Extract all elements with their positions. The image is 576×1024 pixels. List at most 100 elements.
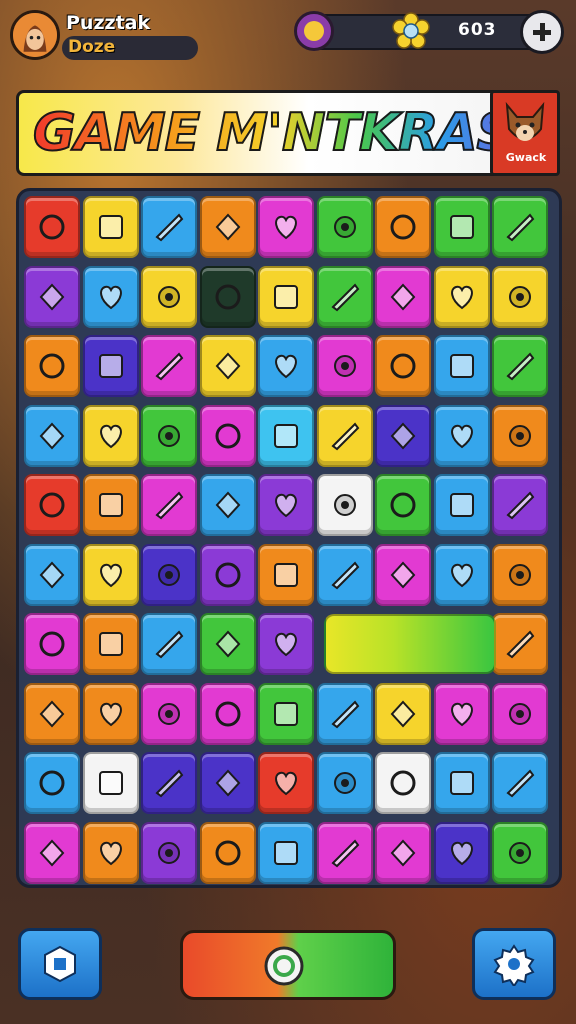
board-tile[interactable] (316, 265, 373, 328)
board-tile[interactable] (199, 335, 256, 397)
board-tile[interactable] (433, 682, 490, 745)
board-tile[interactable] (433, 265, 490, 328)
board-tile[interactable] (24, 265, 80, 328)
board-tile[interactable] (24, 196, 80, 258)
board-tile[interactable] (316, 474, 373, 536)
tile-icon (99, 285, 122, 309)
board-tile[interactable] (258, 821, 314, 884)
board-tile[interactable] (82, 543, 139, 606)
tile-icon (506, 630, 535, 659)
board-tile[interactable] (492, 682, 548, 745)
board-tile[interactable] (433, 196, 490, 258)
tile-icon (333, 772, 356, 794)
board-tile[interactable] (375, 474, 431, 536)
board-tile[interactable] (258, 543, 314, 606)
board-tile[interactable] (141, 265, 197, 328)
board-tile[interactable] (316, 335, 373, 397)
board-tile[interactable] (258, 752, 314, 814)
board-tile[interactable] (24, 821, 80, 884)
board-tile[interactable] (433, 335, 490, 397)
board-tile[interactable] (199, 474, 256, 536)
board-tile[interactable] (375, 682, 431, 745)
board-tile[interactable] (316, 682, 373, 745)
board-tile[interactable] (141, 821, 197, 884)
board-tile[interactable] (492, 821, 548, 884)
board-tile[interactable] (375, 821, 431, 884)
tile-icon (506, 769, 535, 798)
board-tile[interactable] (141, 682, 197, 745)
board-tile[interactable] (141, 543, 197, 606)
board-tile[interactable] (258, 682, 314, 745)
board-tile[interactable] (258, 335, 314, 397)
board-tile[interactable] (199, 196, 256, 258)
board-tile[interactable] (82, 752, 139, 814)
board-tile[interactable] (375, 196, 431, 258)
board-tile[interactable] (433, 474, 490, 536)
board-tile[interactable] (492, 335, 548, 397)
board-tile[interactable] (24, 404, 80, 467)
board-tile[interactable] (141, 196, 197, 258)
board-tile[interactable] (24, 752, 80, 814)
board-tile[interactable] (24, 613, 80, 675)
board-tile[interactable] (141, 335, 197, 397)
board-tile[interactable] (199, 404, 256, 467)
board-tile[interactable] (199, 682, 256, 745)
board-tile[interactable] (82, 265, 139, 328)
board-tile[interactable] (258, 265, 314, 328)
player-avatar[interactable] (10, 10, 60, 60)
board-tile[interactable] (199, 752, 256, 814)
tile-icon (215, 213, 240, 241)
board-tile[interactable] (24, 474, 80, 536)
board-tile[interactable] (258, 196, 314, 258)
board-tile[interactable] (375, 752, 431, 814)
board-tile[interactable] (492, 196, 548, 258)
board-tile[interactable] (82, 613, 139, 675)
board-tile[interactable] (24, 682, 80, 745)
badge[interactable]: Gwack (490, 90, 560, 176)
board-tile[interactable] (199, 613, 256, 675)
board-tile[interactable] (433, 821, 490, 884)
board-tile[interactable] (316, 821, 373, 884)
board-tile[interactable] (199, 265, 256, 328)
board-tile[interactable] (492, 265, 548, 328)
board-tile[interactable] (492, 752, 548, 814)
board-tile[interactable] (316, 196, 373, 258)
board-tile[interactable] (141, 404, 197, 467)
board-tile[interactable] (433, 404, 490, 467)
board-tile[interactable] (82, 335, 139, 397)
board-tile[interactable] (375, 265, 431, 328)
board-tile[interactable] (258, 404, 314, 467)
board-tile[interactable] (82, 474, 139, 536)
board-tile[interactable] (199, 821, 256, 884)
board-tile[interactable] (82, 682, 139, 745)
left-menu-button[interactable] (18, 928, 102, 1000)
board-tile[interactable] (433, 752, 490, 814)
add-coins-button[interactable] (520, 10, 564, 54)
board-tile[interactable] (258, 613, 314, 675)
board-tile[interactable] (492, 474, 548, 536)
board-tile[interactable] (82, 404, 139, 467)
player-level-label: Doze (68, 37, 116, 57)
board-tile[interactable] (375, 543, 431, 606)
board-tile[interactable] (316, 752, 373, 814)
board-tile[interactable] (141, 752, 197, 814)
board-tile[interactable] (433, 543, 490, 606)
ring-icon[interactable] (262, 944, 306, 988)
board-tile[interactable] (375, 404, 431, 467)
board-tile[interactable] (316, 543, 373, 606)
board-tile[interactable] (316, 404, 373, 467)
merged-tile[interactable] (324, 614, 496, 674)
board-tile[interactable] (24, 335, 80, 397)
board-tile[interactable] (82, 196, 139, 258)
board-tile[interactable] (492, 613, 548, 675)
board-tile[interactable] (375, 335, 431, 397)
board-tile[interactable] (492, 404, 548, 467)
board-tile[interactable] (258, 474, 314, 536)
board-tile[interactable] (492, 543, 548, 606)
settings-button[interactable] (472, 928, 556, 1000)
board-tile[interactable] (199, 543, 256, 606)
board-tile[interactable] (141, 613, 197, 675)
board-tile[interactable] (82, 821, 139, 884)
board-tile[interactable] (24, 543, 80, 606)
board-tile[interactable] (141, 474, 197, 536)
